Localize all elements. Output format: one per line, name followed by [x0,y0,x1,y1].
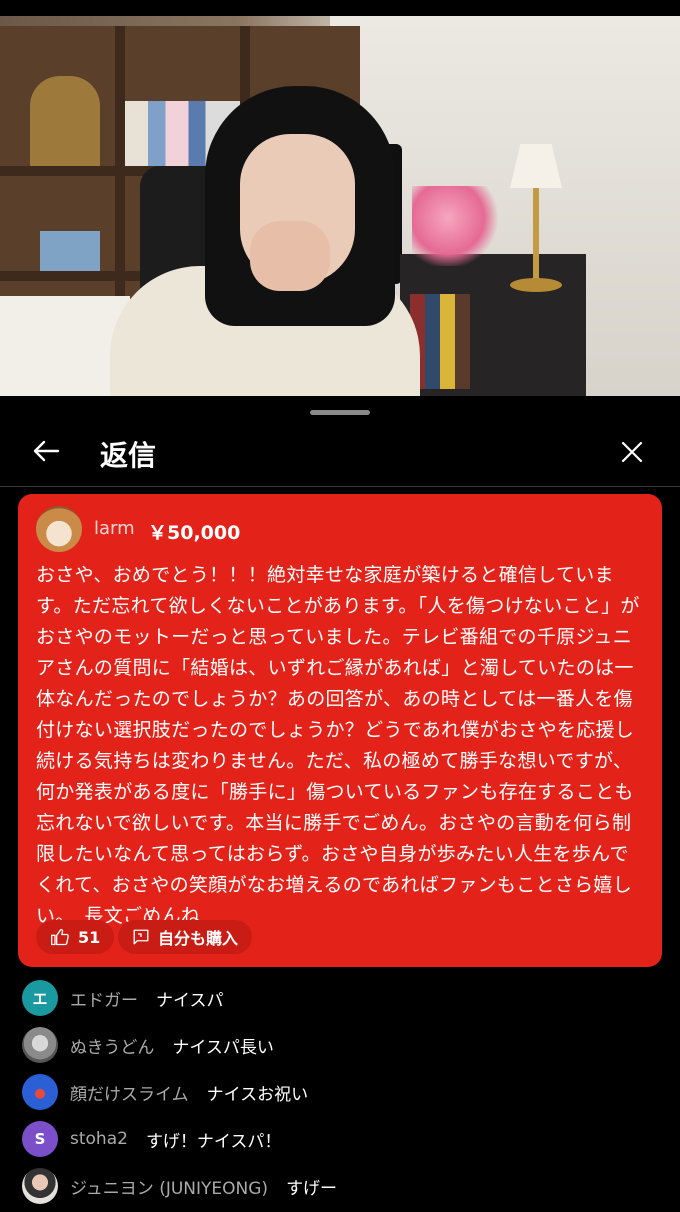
comment-author[interactable]: 顔だけスライム [70,1080,189,1105]
thumb-up-icon [51,928,69,946]
back-button[interactable] [28,436,68,466]
avatar[interactable]: エ [22,980,58,1016]
comment-text: ナイスパ [156,990,224,1011]
comment-item: エ エドガー ナイスパ [22,980,224,1016]
avatar[interactable] [22,1168,58,1204]
author-name[interactable]: larm [94,518,135,539]
comment-text: すげ！ナイスパ！ [145,1131,282,1152]
page-title: 返信 [100,439,157,472]
close-icon [621,441,643,463]
buy-label: 自分も購入 [158,929,239,948]
avatar[interactable]: S [22,1121,58,1157]
like-count: 51 [78,927,101,947]
comment-item: ぬきうどん ナイスパ長い [22,1027,274,1063]
avatar[interactable] [22,1027,58,1063]
comment-item: ジュニヨン (JUNIYEONG) すげー [22,1168,337,1204]
comment-author[interactable]: ぬきうどん [70,1033,154,1058]
status-bar [0,0,680,16]
reply-panel: 返信 larm ￥50,000 おさや、おめでとう！！！絶対幸せな家庭が築けると… [0,396,680,1212]
arrow-left-icon [33,440,60,462]
comment-author[interactable]: ジュニヨン (JUNIYEONG) [70,1174,268,1199]
super-chat-message: おさや、おめでとう！！！絶対幸せな家庭が築けると確信しています。ただ忘れて欲しく… [36,564,640,927]
drag-handle[interactable] [310,410,370,415]
video-player[interactable] [0,16,680,396]
comment-text: ナイスお祝い [206,1084,309,1105]
close-button[interactable] [614,434,650,470]
comment-text: すげー [286,1178,338,1199]
person-hand [250,221,330,291]
avatar[interactable] [36,506,82,552]
comment-author[interactable]: stoha2 [70,1129,128,1149]
super-chat-icon [133,929,149,945]
buy-super-chat-button[interactable]: 自分も購入 [118,920,253,954]
flower-box [412,186,502,266]
comment-author[interactable]: エドガー [70,986,138,1011]
super-chat-amount: ￥50,000 [148,522,241,544]
super-chat-card: larm ￥50,000 おさや、おめでとう！！！絶対幸せな家庭が築けると確信し… [18,494,662,967]
divider [0,486,680,487]
comment-text: ナイスパ長い [172,1037,274,1058]
avatar[interactable] [22,1074,58,1110]
comment-item: S stoha2 すげ！ナイスパ！ [22,1121,281,1157]
comment-item: 顔だけスライム ナイスお祝い [22,1074,308,1110]
like-button[interactable]: 51 [36,920,115,954]
side-table [400,254,586,396]
